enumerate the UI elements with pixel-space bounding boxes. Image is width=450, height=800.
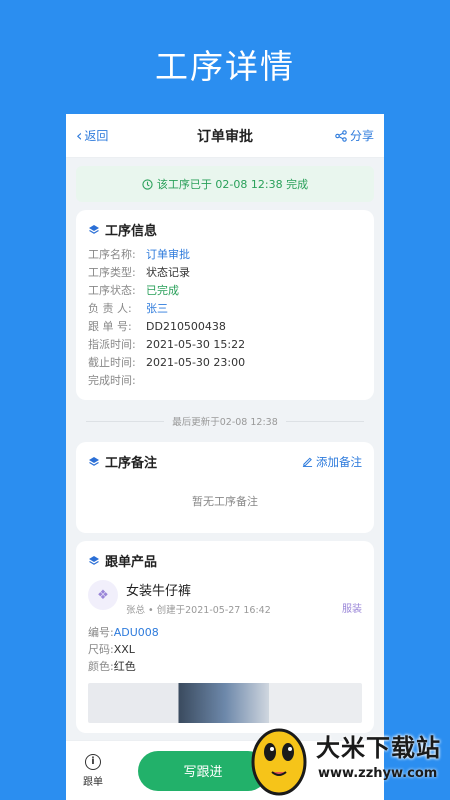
info-row: 指派时间: 2021-05-30 15:22 xyxy=(88,336,362,354)
follow-label: 跟单 xyxy=(83,776,103,788)
info-key: 指派时间: xyxy=(88,338,136,351)
info-key: 截止时间: xyxy=(88,356,136,369)
last-updated: 最后更新于02-08 12:38 xyxy=(86,414,365,428)
product-icon: ❖ xyxy=(88,580,118,610)
bottom-bar: i 跟单 写跟进 xyxy=(66,740,384,800)
attr-key: 编号: xyxy=(88,626,114,639)
share-icon xyxy=(335,129,347,142)
attr-key: 尺码: xyxy=(88,643,114,656)
back-button[interactable]: ‹ 返回 xyxy=(76,126,108,145)
completion-banner: 该工序已于 02-08 12:38 完成 xyxy=(76,166,374,202)
info-value[interactable]: 张三 xyxy=(146,300,168,318)
info-value: 2021-05-30 15:22 xyxy=(146,338,246,351)
info-value: 2021-05-30 23:00 xyxy=(146,356,246,369)
product-card: 跟单产品 ❖ 女装牛仔裤 张总 • 创建于2021-05-27 16:42 服装… xyxy=(76,541,374,733)
product-attributes: 编号:ADU008 尺码:XXL 颜色:红色 xyxy=(88,624,362,675)
notes-header: 工序备注 xyxy=(105,456,158,471)
info-row: 负 责 人: 张三 xyxy=(88,300,362,318)
banner-text: 该工序已于 02-08 12:38 完成 xyxy=(156,178,309,191)
layers-icon xyxy=(89,224,99,234)
info-value: 状态记录 xyxy=(146,266,190,279)
attr-value: XXL xyxy=(113,643,135,656)
attr-key: 颜色: xyxy=(88,660,114,673)
add-note-button[interactable]: 添加备注 xyxy=(302,454,362,470)
info-key: 完成时间: xyxy=(88,374,136,387)
product-category-tag: 服装 xyxy=(342,604,362,615)
edit-icon xyxy=(302,457,313,467)
process-notes-card: 工序备注 添加备注 暂无工序备注 xyxy=(76,442,374,533)
info-key: 工序名称: xyxy=(88,248,136,261)
phone-screen: ‹ 返回 订单审批 分享 该工序已于 02-08 12:38 完成 工序信息 工… xyxy=(66,114,384,800)
add-note-label: 添加备注 xyxy=(316,454,362,469)
process-info-header: 工序信息 xyxy=(105,224,158,239)
info-row: 跟 单 号: DD210500438 xyxy=(88,318,362,336)
info-row: 工序名称: 订单审批 xyxy=(88,246,362,264)
back-label: 返回 xyxy=(84,129,109,143)
hero-title: 工序详情 xyxy=(155,47,295,86)
info-row: 工序类型: 状态记录 xyxy=(88,264,362,282)
layers-icon xyxy=(89,555,99,565)
process-info-card: 工序信息 工序名称: 订单审批 工序类型: 状态记录 工序状态: 已完成负 责 人: 张三跟… xyxy=(76,210,374,400)
product-item[interactable]: ❖ 女装牛仔裤 张总 • 创建于2021-05-27 16:42 服装 xyxy=(88,580,362,616)
info-icon: i xyxy=(85,753,101,770)
product-photo[interactable] xyxy=(88,683,362,723)
share-button[interactable]: 分享 xyxy=(335,127,374,144)
info-key: 跟 单 号: xyxy=(88,320,132,333)
product-attr-row: 颜色:红色 xyxy=(88,658,362,675)
product-meta: 张总 • 创建于2021-05-27 16:42 xyxy=(126,605,271,616)
process-info-list: 工序名称: 订单审批 工序类型: 状态记录 工序状态: 已完成负 责 人: 张三跟 单 号:… xyxy=(88,246,362,390)
product-attr-row: 编号:ADU008 xyxy=(88,624,362,641)
chevron-left-icon: ‹ xyxy=(76,126,83,145)
share-label: 分享 xyxy=(349,129,374,143)
info-row: 完成时间: xyxy=(88,372,362,390)
info-value: 已完成 xyxy=(146,284,179,297)
follow-tab[interactable]: i 跟单 xyxy=(78,753,108,788)
last-updated-text: 最后更新于02-08 12:38 xyxy=(172,417,278,428)
clock-icon xyxy=(142,178,153,190)
info-row: 工序状态: 已完成 xyxy=(88,282,362,300)
nav-bar: ‹ 返回 订单审批 分享 xyxy=(66,114,384,158)
info-key: 工序状态: xyxy=(88,284,136,297)
layers-icon xyxy=(89,456,99,466)
product-name: 女装牛仔裤 xyxy=(126,584,192,599)
write-follow-up-button[interactable]: 写跟进 xyxy=(138,750,268,791)
info-key: 工序类型: xyxy=(88,266,136,279)
notes-empty-text: 暂无工序备注 xyxy=(192,495,258,508)
attr-value: ADU008 xyxy=(113,626,159,639)
attr-value: 红色 xyxy=(113,660,136,673)
info-value[interactable]: 订单审批 xyxy=(146,246,190,264)
product-attr-row: 尺码:XXL xyxy=(88,641,362,658)
info-row: 截止时间: 2021-05-30 23:00 xyxy=(88,354,362,372)
info-value: DD210500438 xyxy=(146,320,226,333)
product-header: 跟单产品 xyxy=(105,555,158,570)
info-key: 负 责 人: xyxy=(88,302,132,315)
